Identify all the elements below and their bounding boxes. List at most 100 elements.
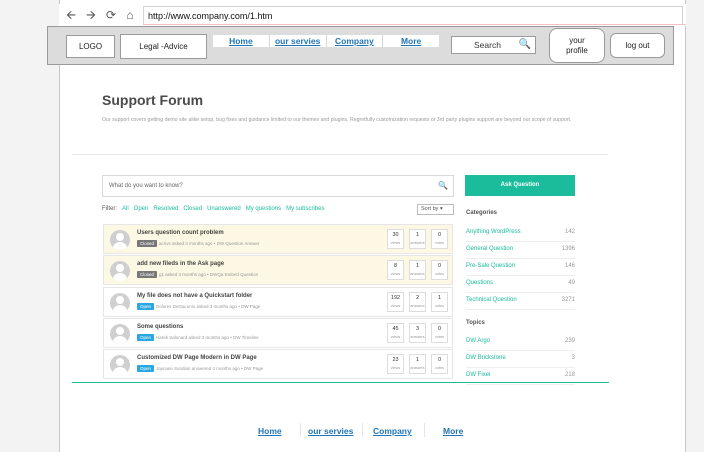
- question-meta-text: Harek Salunard asked 3 months ago • DW T…: [156, 335, 259, 340]
- forum-description: Our support covers getting demo site ali…: [102, 117, 572, 123]
- category-name[interactable]: General Question: [466, 242, 513, 258]
- nav-home[interactable]: Home: [213, 35, 270, 47]
- avatar: [110, 324, 130, 344]
- question-row[interactable]: add new fileds in the Ask page Closed g1 a…: [103, 255, 453, 285]
- category-item[interactable]: Pre-Sale Question 146: [466, 259, 575, 276]
- search-icon[interactable]: 🔍: [519, 39, 531, 50]
- question-meta-text: g1 asked 3 months ago • DWQa Embed Quest…: [159, 272, 259, 277]
- page-title: Support Forum: [102, 92, 204, 108]
- header-nav: Home our servies Company More: [213, 35, 439, 47]
- sort-select[interactable]: Sort by ▾: [417, 204, 454, 215]
- sort-label: Sort by: [421, 206, 439, 212]
- category-item[interactable]: Technical Question 3271: [466, 293, 575, 310]
- logo[interactable]: LOGO: [66, 35, 115, 58]
- ask-question-button[interactable]: Ask Question: [465, 175, 575, 196]
- stat-value: 3: [415, 326, 420, 332]
- stat-label: votes: [434, 304, 445, 308]
- stat-label: votes: [434, 366, 445, 370]
- filter-open[interactable]: Open: [134, 206, 149, 212]
- topic-name[interactable]: DW Brickstone: [466, 351, 506, 367]
- status-badge: Open: [137, 303, 155, 310]
- category-count: 1396: [561, 246, 575, 252]
- browser-toolbar: 🡨 🡪 ⟳ ⌂ http://www.company.com/1.htm: [59, 4, 686, 26]
- stat-label: answers: [410, 366, 425, 370]
- refresh-icon[interactable]: ⟳: [104, 8, 118, 22]
- avatar: [110, 230, 130, 250]
- question-row[interactable]: Customized DW Page Modern in DW Page Open…: [103, 349, 453, 379]
- question-title[interactable]: Customized DW Page Modern in DW Page: [137, 355, 257, 361]
- nav-company[interactable]: Company: [327, 35, 384, 47]
- header-search[interactable]: Search 🔍: [451, 36, 536, 54]
- footer-services[interactable]: our servies: [308, 426, 353, 436]
- divider: [72, 154, 608, 155]
- category-count: 49: [568, 280, 575, 286]
- profile-button[interactable]: your profile: [549, 28, 605, 63]
- category-item[interactable]: Questions 49: [466, 276, 575, 293]
- stat-answers: 1 answers: [409, 260, 426, 280]
- topic-item[interactable]: DW Argo 239: [466, 334, 575, 351]
- filter-all[interactable]: All: [122, 206, 129, 212]
- stat-label: answers: [410, 241, 425, 245]
- status-badge: Open: [137, 334, 155, 341]
- nav-more[interactable]: More: [383, 35, 439, 47]
- footer-divider: [424, 423, 425, 437]
- stat-label: views: [390, 366, 401, 370]
- topics-heading: Topics: [466, 320, 485, 326]
- question-row[interactable]: Some questions Open Harek Salunard asked 3…: [103, 318, 453, 348]
- question-row[interactable]: Users question count problem Closed acrivs…: [103, 224, 453, 254]
- category-name[interactable]: Anything WordPress: [466, 225, 521, 241]
- category-count: 142: [564, 229, 575, 235]
- back-arrow-icon[interactable]: 🡨: [64, 8, 78, 22]
- question-meta: Open Jaycane Sundian answered 3 months ag…: [137, 365, 263, 372]
- stat-label: views: [390, 272, 401, 276]
- stat-value: 0: [437, 326, 442, 332]
- question-title[interactable]: My file does not have a Quickstart folde…: [137, 293, 252, 299]
- stat-label: answers: [410, 335, 425, 339]
- stat-label: views: [390, 335, 401, 339]
- filter-closed[interactable]: Closed: [183, 206, 202, 212]
- stat-value: 192: [390, 295, 401, 301]
- question-row[interactable]: My file does not have a Quickstart folde…: [103, 287, 453, 317]
- status-badge: Closed: [137, 271, 158, 278]
- question-title[interactable]: Users question count problem: [137, 230, 224, 236]
- topic-count: 3: [571, 355, 575, 361]
- stat-value: 0: [437, 357, 442, 363]
- question-title[interactable]: Some questions: [137, 324, 183, 330]
- category-name[interactable]: Technical Question: [466, 293, 517, 309]
- footer-divider: [362, 423, 363, 437]
- footer-more[interactable]: More: [443, 426, 463, 436]
- question-placeholder: What do you want to know?: [109, 183, 183, 189]
- address-bar[interactable]: http://www.company.com/1.htm: [143, 6, 683, 24]
- category-item[interactable]: Anything WordPress 142: [466, 225, 575, 242]
- topic-item[interactable]: DW Brickstone 3: [466, 351, 575, 368]
- home-icon[interactable]: ⌂: [123, 8, 137, 22]
- footer-home[interactable]: Home: [258, 426, 282, 436]
- question-meta: Open Dolores DeGaconio asked 3 months ago…: [137, 303, 260, 310]
- category-count: 146: [564, 263, 575, 269]
- avatar: [110, 261, 130, 281]
- footer-company[interactable]: Company: [373, 426, 412, 436]
- filter-my-questions[interactable]: My questions: [246, 206, 281, 212]
- stat-value: 0: [437, 232, 442, 238]
- stat-views: 8 views: [387, 260, 404, 280]
- topic-name[interactable]: DW Argo: [466, 334, 490, 350]
- question-search-input[interactable]: What do you want to know? 🔍: [102, 175, 454, 197]
- filter-my-subscribes[interactable]: My subscribes: [286, 206, 324, 212]
- stat-views: 23 views: [387, 354, 404, 374]
- search-icon[interactable]: 🔍: [438, 176, 448, 196]
- stat-value: 1: [437, 295, 442, 301]
- filter-unanswered[interactable]: Unanswered: [207, 206, 241, 212]
- category-item[interactable]: General Question 1396: [466, 242, 575, 259]
- forward-arrow-icon[interactable]: 🡪: [84, 8, 98, 22]
- filter-resolved[interactable]: Resolved: [153, 206, 178, 212]
- nav-services[interactable]: our servies: [270, 35, 327, 47]
- category-name[interactable]: Questions: [466, 276, 493, 292]
- stat-value: 30: [392, 232, 399, 238]
- legal-advice-box[interactable]: Legal -Advice: [120, 34, 207, 59]
- logout-button[interactable]: log out: [610, 33, 665, 58]
- category-name[interactable]: Pre-Sale Question: [466, 259, 515, 275]
- stat-views: 30 views: [387, 229, 404, 249]
- footer-divider: [300, 423, 301, 437]
- question-title[interactable]: add new fileds in the Ask page: [137, 261, 224, 267]
- stat-views: 192 views: [387, 292, 404, 312]
